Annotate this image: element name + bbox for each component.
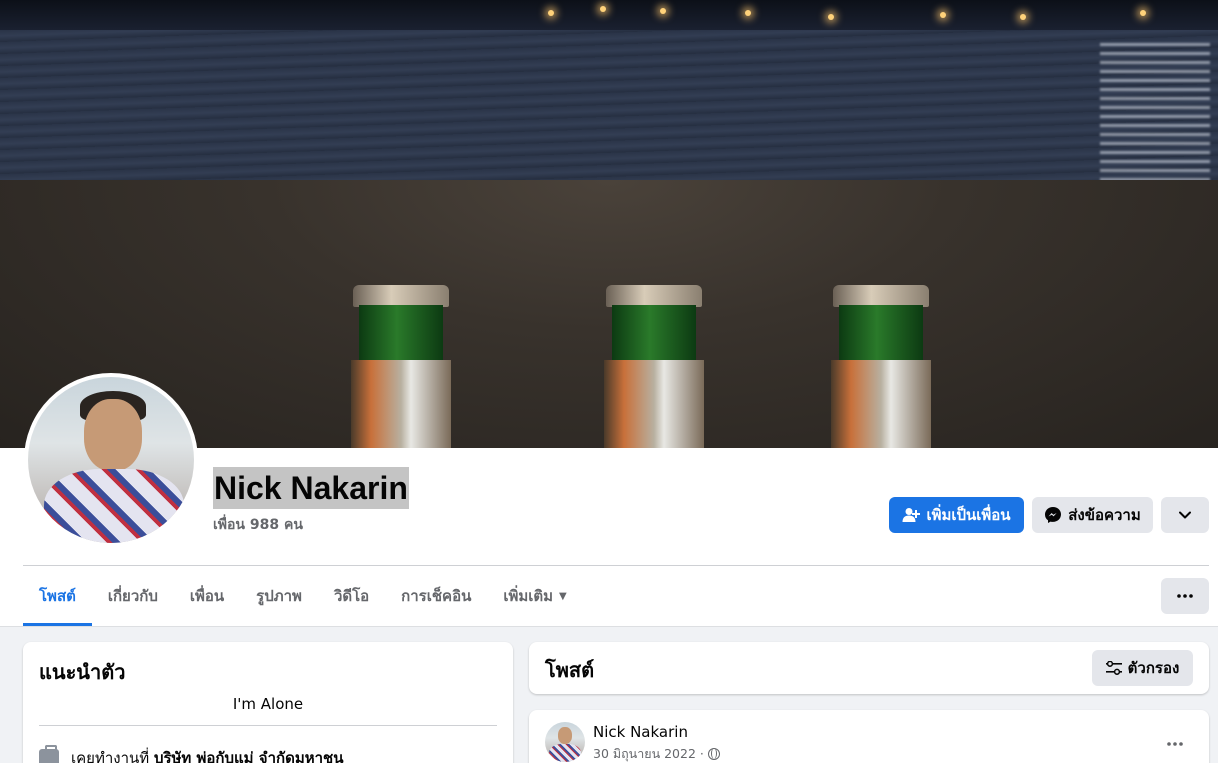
message-button[interactable]: ส่งข้อความ <box>1032 497 1153 533</box>
avatar-photo <box>28 377 194 543</box>
tab-label: เกี่ยวกับ <box>107 587 158 605</box>
tab-label: โพสต์ <box>39 587 76 605</box>
tab-label: เพื่อน <box>189 587 225 605</box>
message-label: ส่งข้อความ <box>1068 506 1141 524</box>
briefcase-icon <box>39 745 59 763</box>
work-prefix: เคยทำงานที่ <box>71 749 150 763</box>
intro-work-item: เคยทำงานที่ บริษัท พ่อกับแม่ จำกัดมหาชน <box>39 745 343 763</box>
tab-checkins[interactable]: การเช็คอิน <box>385 566 487 626</box>
work-company-link[interactable]: บริษัท พ่อกับแม่ จำกัดมหาชน <box>154 749 344 763</box>
add-friend-label: เพิ่มเป็นเพื่อน <box>926 506 1011 524</box>
work-text: เคยทำงานที่ บริษัท พ่อกับแม่ จำกัดมหาชน <box>71 746 343 763</box>
messenger-icon <box>1044 506 1062 524</box>
more-dots-icon <box>1177 594 1193 598</box>
posts-header-card: โพสต์ ตัวกรอง <box>529 642 1209 694</box>
cover-light <box>745 10 751 16</box>
more-dots-icon <box>1167 730 1183 751</box>
cover-bottle <box>345 285 457 448</box>
post-author-avatar[interactable] <box>545 722 585 762</box>
profile-name: Nick Nakarin <box>213 467 409 509</box>
cover-light <box>548 10 554 16</box>
add-friend-button[interactable]: เพิ่มเป็นเพื่อน <box>889 497 1024 533</box>
cover-bottle <box>598 285 710 448</box>
tab-more[interactable]: เพิ่มเติม ▼ <box>487 566 582 626</box>
post-meta: 30 มิถุนายน 2022 · <box>593 744 720 763</box>
profile-avatar[interactable] <box>24 373 198 547</box>
cover-light <box>940 12 946 18</box>
cover-light <box>828 14 834 20</box>
tab-about[interactable]: เกี่ยวกับ <box>92 566 174 626</box>
friends-count[interactable]: เพื่อน 988 คน <box>213 514 303 536</box>
intro-card: แนะนำตัว I'm Alone เคยทำงานที่ บริษัท พ่… <box>23 642 513 763</box>
tab-label: วิดีโอ <box>333 587 370 605</box>
cover-reflection <box>1100 40 1210 190</box>
cover-water <box>0 30 1218 185</box>
header-shadow <box>0 626 1218 627</box>
person-plus-icon <box>902 507 921 523</box>
tab-label: การเช็คอิน <box>401 587 472 605</box>
filter-button[interactable]: ตัวกรอง <box>1092 650 1193 686</box>
post-options-button[interactable] <box>1159 728 1191 752</box>
post-card: Nick Nakarin 30 มิถุนายน 2022 · <box>529 710 1209 763</box>
globe-icon <box>707 748 720 760</box>
tab-photos[interactable]: รูปภาพ <box>240 566 318 626</box>
tabs-more-button[interactable] <box>1161 578 1209 614</box>
sliders-icon <box>1105 661 1122 675</box>
profile-options-button[interactable] <box>1161 497 1209 533</box>
tab-videos[interactable]: วิดีโอ <box>318 566 385 626</box>
intro-divider <box>39 725 497 726</box>
cover-horizon <box>0 0 1218 30</box>
intro-bio: I'm Alone <box>232 695 304 713</box>
tab-label: เพิ่มเติม <box>503 587 554 605</box>
post-date[interactable]: 30 มิถุนายน 2022 · <box>593 744 704 763</box>
tab-label: รูปภาพ <box>256 587 302 605</box>
cover-photo[interactable] <box>0 0 1218 448</box>
posts-title: โพสต์ <box>545 658 595 682</box>
profile-tabs: โพสต์ เกี่ยวกับ เพื่อน รูปภาพ วิดีโอ การ… <box>23 566 583 626</box>
chevron-down-icon <box>1179 511 1191 519</box>
caret-down-icon: ▼ <box>559 590 567 602</box>
intro-title: แนะนำตัว <box>39 660 126 684</box>
tab-friends[interactable]: เพื่อน <box>174 566 240 626</box>
tab-posts[interactable]: โพสต์ <box>23 566 92 626</box>
post-author-name[interactable]: Nick Nakarin <box>593 723 688 741</box>
cover-light <box>660 8 666 14</box>
cover-light <box>1140 10 1146 16</box>
cover-light <box>600 6 606 12</box>
cover-light <box>1020 14 1026 20</box>
filter-label: ตัวกรอง <box>1127 659 1180 677</box>
cover-bottle <box>825 285 937 448</box>
